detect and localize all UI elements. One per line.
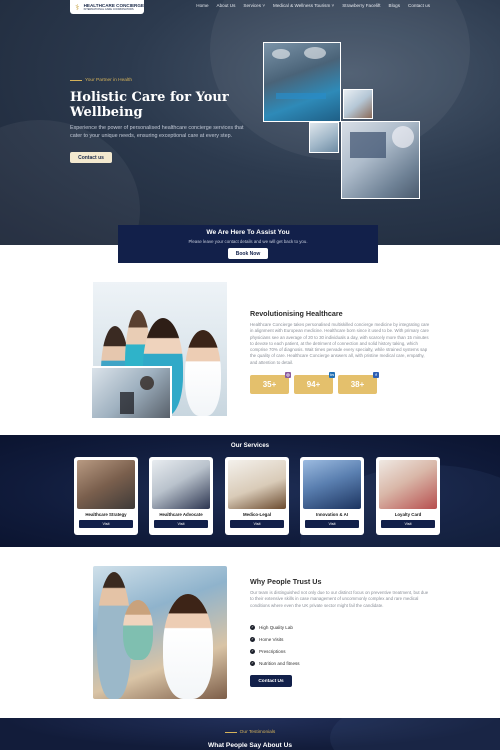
lab-microscope-photo [90,366,172,420]
service-card-strategy[interactable]: Healthcare Strategy Visit [74,457,138,535]
check-icon: ✓ [250,637,255,642]
trust-item-label: Prescriptions [259,649,286,654]
testimonials-section: Our Testimonials What People Say About U… [0,718,500,750]
service-name: Healthcare Advocate [159,512,203,517]
testimonials-tag-text: Our Testimonials [239,730,276,735]
nav-services[interactable]: Services ˅ [243,3,265,8]
service-card-advocate[interactable]: Healthcare Advocate Visit [149,457,213,535]
hero-description: Experience the power of personalised hea… [70,125,244,139]
nav-links: Home About Us Services ˅ Medical & Welln… [196,3,430,8]
service-image [228,460,286,509]
nav-home[interactable]: Home [196,3,208,8]
nav-strawberry-facelift[interactable]: Strawberry Facelift [342,3,380,8]
logo[interactable]: ⚕ HEALTHCARE CONCIERGE INTERNATIONAL CAR… [70,0,144,14]
nav-blogs[interactable]: Blogs [389,3,401,8]
check-icon: ✓ [250,625,255,630]
stat-value: 38+ [350,380,365,389]
service-image [152,460,210,509]
nav-about-us[interactable]: About Us [217,3,236,8]
hero-photo-consultation [343,89,373,119]
assist-banner: We Are Here To Assist You Please leave y… [118,225,378,263]
facebook-icon[interactable]: f [373,372,379,378]
tagline-divider [70,80,82,81]
hero-photo-monitor [341,121,420,199]
stat-value: 94+ [306,380,321,389]
service-name: Loyalty Card [394,512,422,517]
service-card-innovation[interactable]: Innovation & AI Visit [300,457,364,535]
service-visit-button[interactable]: Visit [305,520,359,528]
top-navbar: ⚕ HEALTHCARE CONCIERGE INTERNATIONAL CAR… [0,0,500,14]
service-card-medico-legal[interactable]: Medico-Legal Visit [225,457,289,535]
stat-instagram: 35+ ◎ [250,372,291,394]
hero-title: Holistic Care for Your Wellbeing [70,90,229,120]
trust-item-nutrition: ✓ Nutrition and fitness [250,661,300,666]
hero-photo-operating-room [263,42,341,122]
service-image [77,460,135,509]
trust-item-label: High Quality Lab [259,625,293,630]
doctor-with-child-photo [93,566,227,699]
book-now-button[interactable]: Book Now [228,248,268,259]
linkedin-icon[interactable]: in [329,372,335,378]
trust-item-prescriptions: ✓ Prescriptions [250,649,286,654]
check-icon: ✓ [250,661,255,666]
trust-item-lab: ✓ High Quality Lab [250,625,293,630]
assist-title: We Are Here To Assist You [206,229,290,236]
caduceus-icon: ⚕ [75,2,80,12]
hero-contact-button[interactable]: Contact us [70,152,112,163]
service-visit-button[interactable]: Visit [381,520,435,528]
logo-subtitle: INTERNATIONAL CARE COORDINATORS [83,8,134,11]
testimonials-tag: Our Testimonials [0,730,500,735]
testimonials-title: What People Say About Us [207,742,293,749]
instagram-icon[interactable]: ◎ [285,372,291,378]
trust-text: Our team is distinguished not only due t… [250,590,429,608]
revolution-text: Healthcare Concierge takes personalised … [250,322,430,365]
service-visit-button[interactable]: Visit [230,520,284,528]
trust-contact-button[interactable]: Contact Us [250,675,292,687]
service-name: Innovation & AI [315,512,349,517]
service-visit-button[interactable]: Visit [79,520,133,528]
services-title: Our Services [230,442,270,449]
service-card-loyalty[interactable]: Loyalty Card Visit [376,457,440,535]
trust-item-label: Nutrition and fitness [259,661,300,666]
stat-linkedin: 94+ in [294,372,335,394]
trust-item-label: Home Visits [259,637,284,642]
stat-value: 35+ [262,380,277,389]
service-image [303,460,361,509]
stat-facebook: 38+ f [338,372,379,394]
hero-tagline: Your Partner in Health [70,78,132,83]
service-name: Medico-Legal [242,512,272,517]
service-image [379,460,437,509]
revolution-title: Revolutionising Healthcare [250,309,343,318]
tagline-text: Your Partner in Health [85,78,133,83]
trust-title: Why People Trust Us [250,577,322,586]
check-icon: ✓ [250,649,255,654]
service-visit-button[interactable]: Visit [154,520,208,528]
service-name: Healthcare Strategy [85,512,127,517]
tagline-divider [224,732,237,733]
hero-section: ⚕ HEALTHCARE CONCIERGE INTERNATIONAL CAR… [0,0,500,245]
trust-item-home-visits: ✓ Home Visits [250,637,283,642]
nav-contact-us[interactable]: Contact us [408,3,430,8]
hero-photo-equipment [309,122,339,153]
assist-subtitle: Please leave your contact details and we… [188,239,308,244]
nav-medical-tourism[interactable]: Medical & Wellness Tourism ˅ [273,3,334,8]
services-section: Our Services Healthcare Strategy Visit H… [0,435,500,547]
